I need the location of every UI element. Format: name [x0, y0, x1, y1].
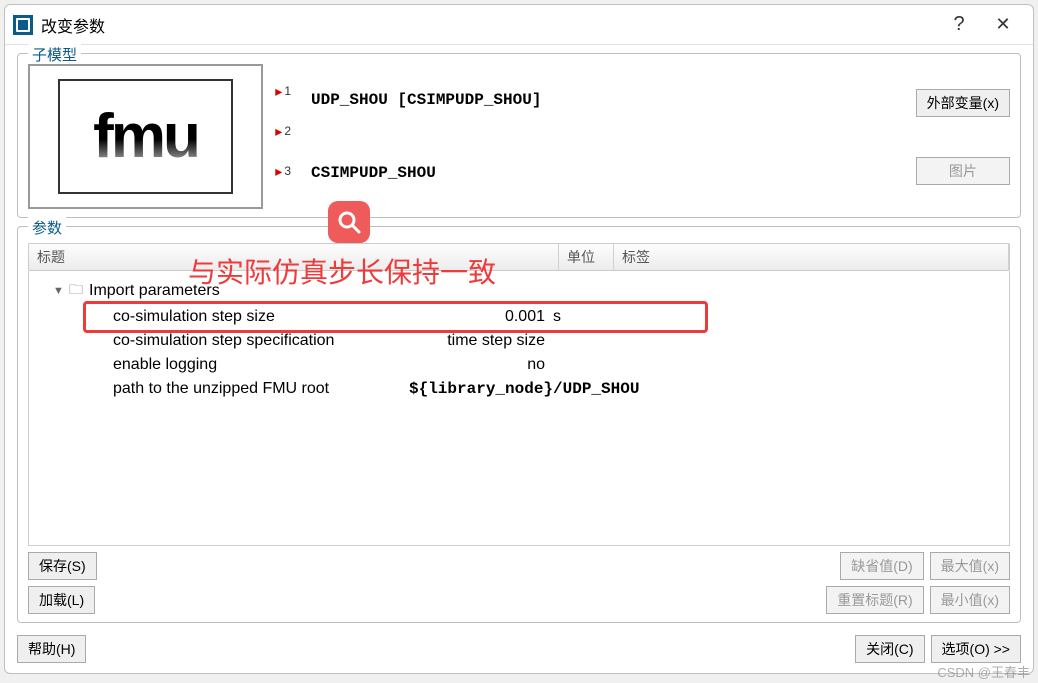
- dialog-body: 子模型 fmu ▸1 ▸2 ▸3 UDP_SHOU [CSIMPUDP_SHOU…: [5, 45, 1033, 631]
- params-footer-2: 加载(L) 重置标题(R) 最小值(x): [28, 586, 1010, 614]
- params-footer-1: 保存(S) 缺省值(D) 最大值(x): [28, 552, 1010, 580]
- submodel-right-buttons: 外部变量(x) 图片: [916, 89, 1010, 185]
- params-group: 参数 与实际仿真步长保持一致 标题 单位 标签 ▼ 🗀 Import param…: [17, 226, 1021, 623]
- submodel-group-label: 子模型: [28, 44, 81, 65]
- close-button[interactable]: 关闭(C): [855, 635, 924, 663]
- param-group-row[interactable]: ▼ 🗀 Import parameters: [33, 277, 1005, 305]
- fmu-thumbnail: fmu ▸1 ▸2 ▸3: [28, 64, 263, 209]
- submodel-row: fmu ▸1 ▸2 ▸3 UDP_SHOU [CSIMPUDP_SHOU] CS…: [28, 64, 1010, 209]
- watermark: CSDN @王春丰: [937, 662, 1030, 681]
- options-button[interactable]: 选项(O) >>: [931, 635, 1021, 663]
- submodel-name: UDP_SHOU [CSIMPUDP_SHOU]: [311, 91, 898, 109]
- close-icon[interactable]: ✕: [981, 9, 1025, 41]
- param-unit: [553, 356, 603, 374]
- port-3: ▸3: [275, 164, 291, 178]
- param-row-fmu-path[interactable]: path to the unzipped FMU root ${library_…: [33, 377, 1005, 401]
- param-name: co-simulation step specification: [113, 332, 393, 350]
- max-button: 最大值(x): [930, 552, 1010, 580]
- titlebar: 改变参数 ? ✕: [5, 5, 1033, 45]
- param-value[interactable]: 0.001: [393, 308, 553, 326]
- image-button: 图片: [916, 157, 1010, 185]
- param-row-enable-logging[interactable]: enable logging no: [33, 353, 1005, 377]
- param-name: path to the unzipped FMU root: [113, 380, 409, 398]
- param-unit: s: [553, 308, 603, 326]
- min-button: 最小值(x): [930, 586, 1010, 614]
- dialog-footer: 帮助(H) 关闭(C) 选项(O) >>: [5, 631, 1033, 673]
- param-row-step-spec[interactable]: co-simulation step specification time st…: [33, 329, 1005, 353]
- param-value[interactable]: no: [393, 356, 553, 374]
- param-row-step-size[interactable]: co-simulation step size 0.001 s: [33, 305, 1005, 329]
- submodel-group: 子模型 fmu ▸1 ▸2 ▸3 UDP_SHOU [CSIMPUDP_SHOU…: [17, 53, 1021, 218]
- dialog-window: 改变参数 ? ✕ 子模型 fmu ▸1 ▸2 ▸3 UDP_SHOU [C: [4, 4, 1034, 674]
- reset-title-button: 重置标题(R): [826, 586, 923, 614]
- external-vars-button[interactable]: 外部变量(x): [916, 89, 1010, 117]
- default-button: 缺省值(D): [840, 552, 923, 580]
- caret-down-icon[interactable]: ▼: [53, 285, 69, 297]
- header-tag[interactable]: 标签: [614, 244, 1009, 270]
- params-group-label: 参数: [28, 217, 66, 238]
- param-value[interactable]: ${library_node}/UDP_SHOU: [409, 380, 647, 398]
- fmu-logo-text: fmu: [93, 109, 198, 165]
- search-icon: [328, 201, 370, 243]
- param-name: enable logging: [113, 356, 393, 374]
- folder-icon: 🗀: [69, 279, 83, 303]
- param-table-header: 标题 单位 标签: [28, 243, 1010, 271]
- header-unit[interactable]: 单位: [559, 244, 614, 270]
- save-button[interactable]: 保存(S): [28, 552, 97, 580]
- app-icon: [13, 15, 33, 35]
- help-icon[interactable]: ?: [937, 9, 981, 41]
- submodel-type: CSIMPUDP_SHOU: [311, 164, 898, 182]
- param-value[interactable]: time step size: [393, 332, 553, 350]
- param-unit: [553, 332, 603, 350]
- param-group-name: Import parameters: [89, 282, 220, 300]
- param-table-body: ▼ 🗀 Import parameters co-simulation step…: [28, 271, 1010, 546]
- port-1: ▸1: [275, 84, 291, 98]
- load-button[interactable]: 加载(L): [28, 586, 95, 614]
- param-name: co-simulation step size: [113, 308, 393, 326]
- fmu-inner: fmu: [58, 79, 233, 194]
- help-button[interactable]: 帮助(H): [17, 635, 86, 663]
- fmu-ports: ▸1 ▸2 ▸3: [275, 84, 291, 178]
- header-title[interactable]: 标题: [29, 244, 559, 270]
- port-2: ▸2: [275, 124, 291, 138]
- window-title: 改变参数: [41, 13, 937, 37]
- submodel-text: UDP_SHOU [CSIMPUDP_SHOU] CSIMPUDP_SHOU: [281, 91, 898, 182]
